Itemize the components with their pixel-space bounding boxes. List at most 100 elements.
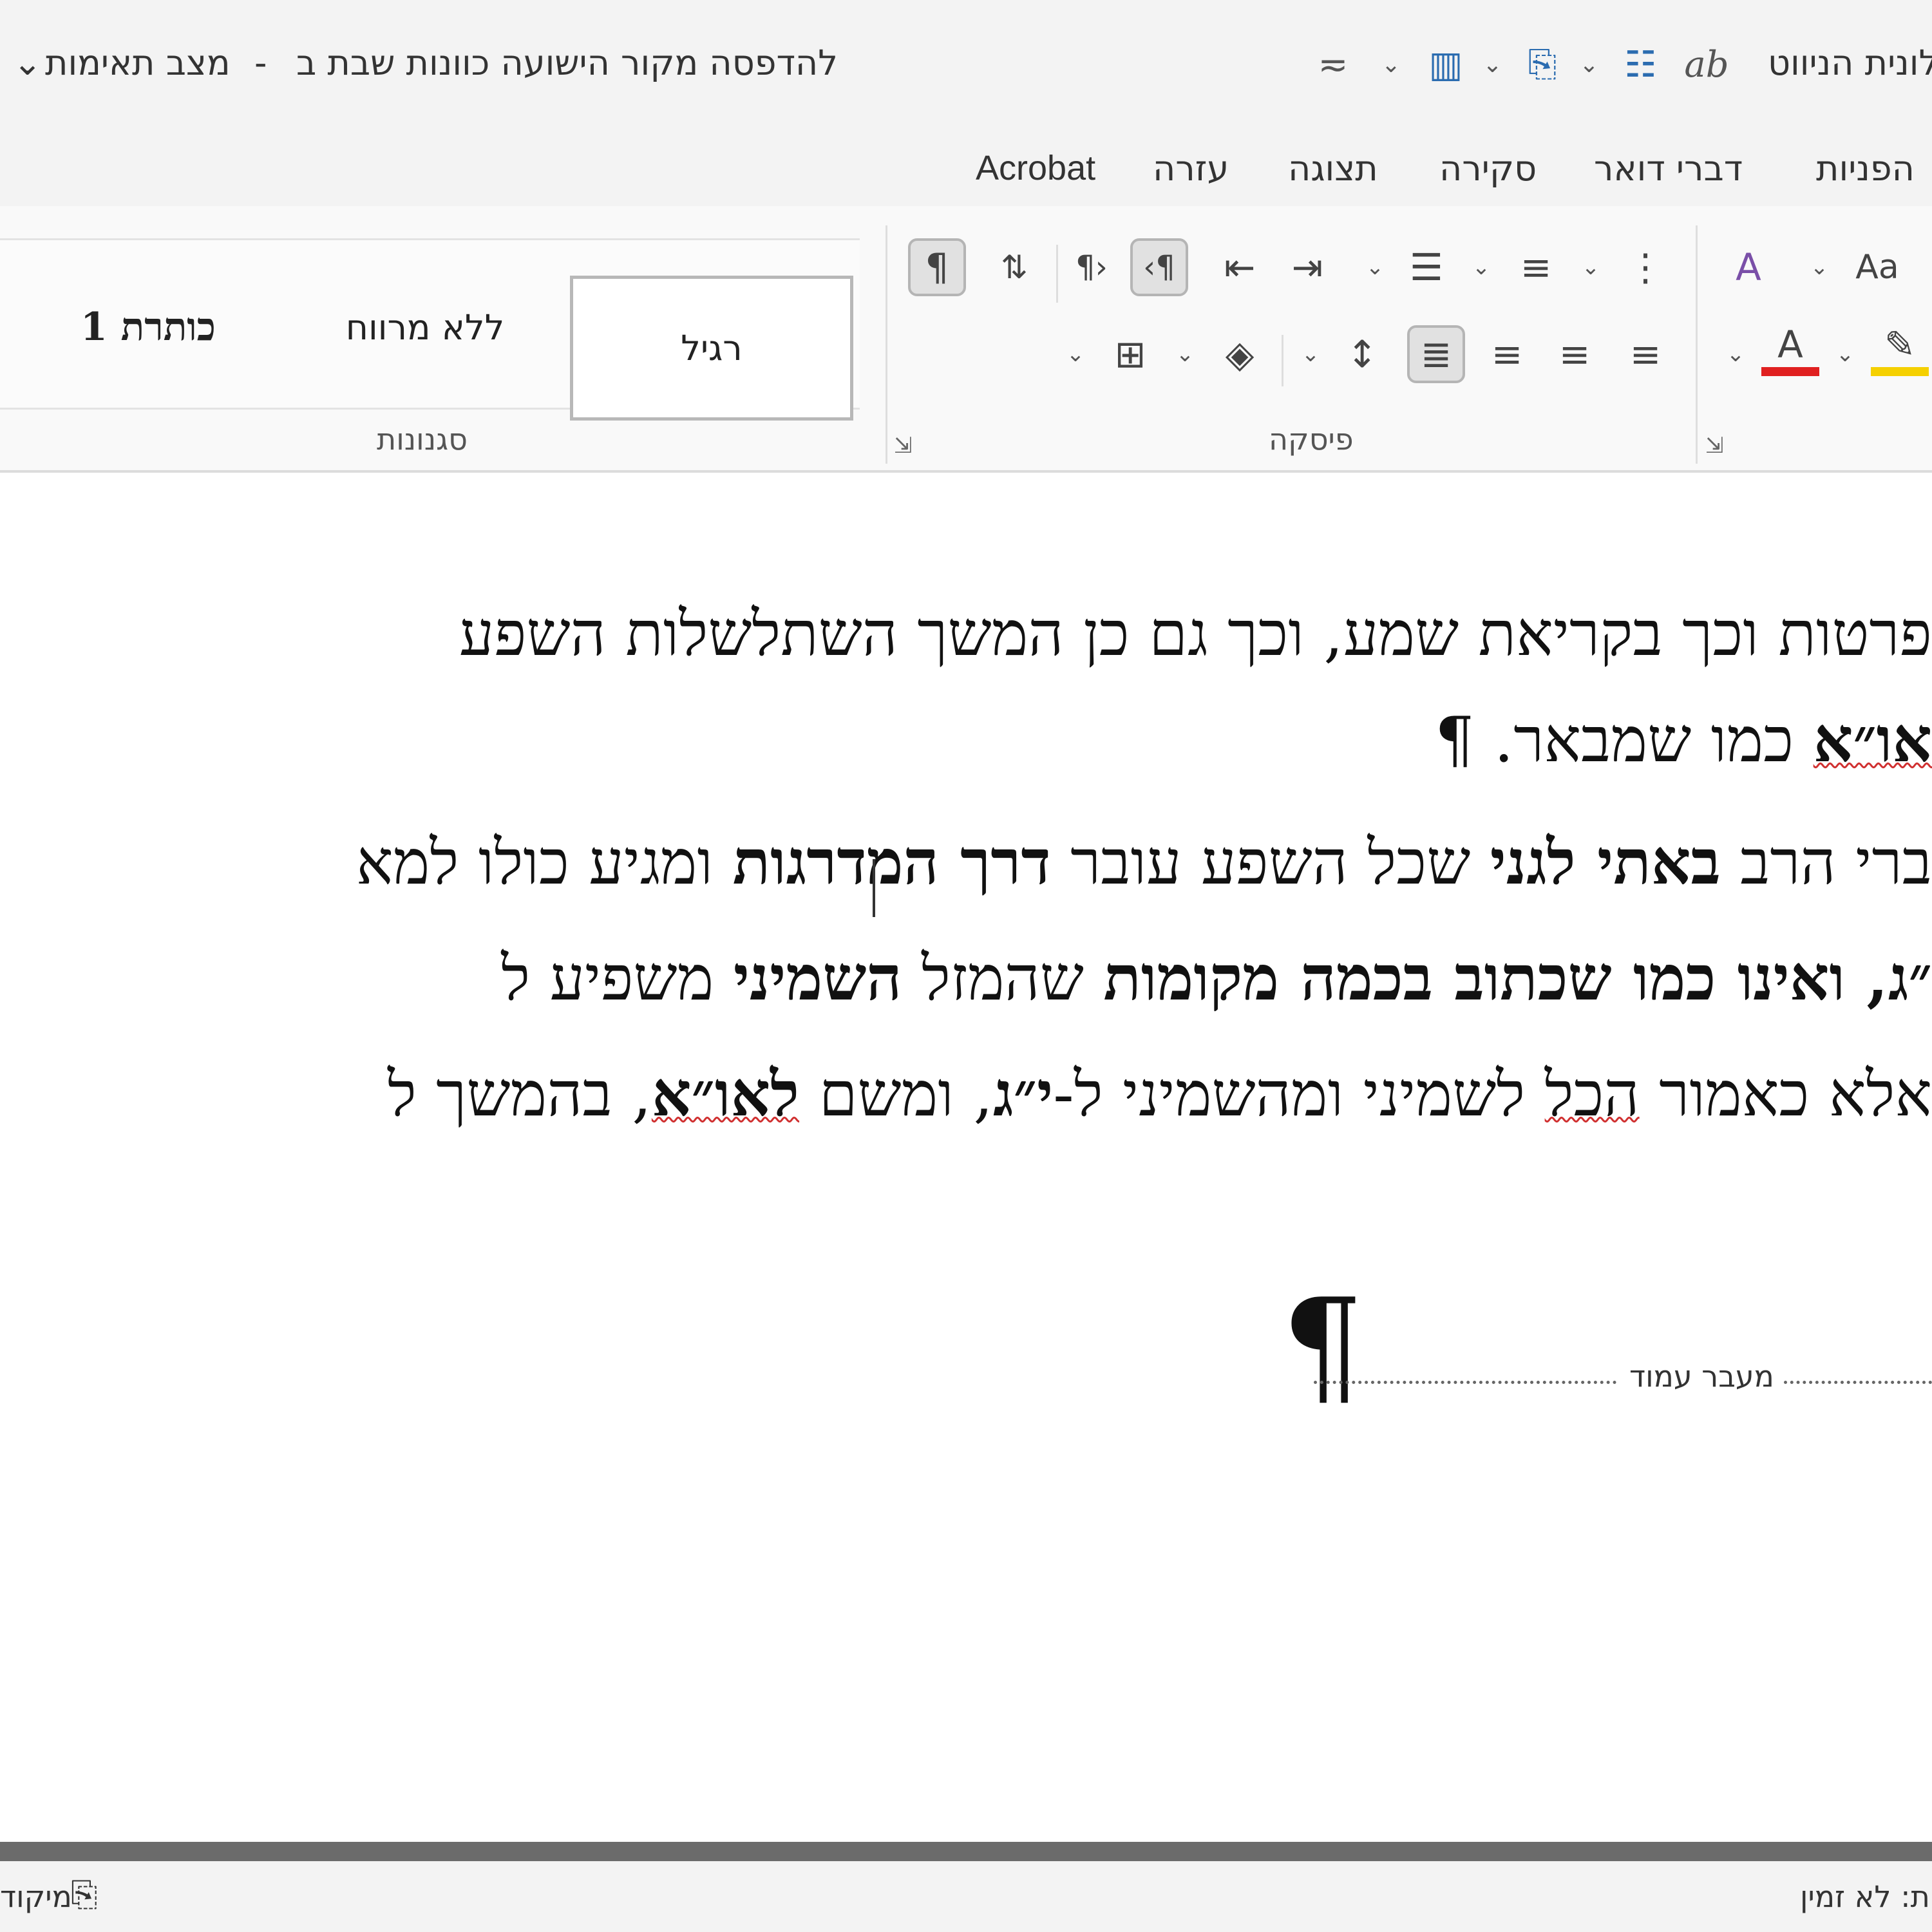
tab-view[interactable]: תצוגה <box>1288 148 1378 189</box>
document-canvas[interactable]: פרטות וכך בקריאת שמע, וכך גם כן המשך השת… <box>0 473 1932 1842</box>
doc-bold-text: באתי לגני <box>1490 826 1721 898</box>
chevron-down-icon[interactable]: ⌄ <box>1806 248 1832 287</box>
divider <box>1282 335 1283 386</box>
page-break-dots <box>1314 1381 1616 1384</box>
styles-group-label: סגנונות <box>377 422 468 457</box>
justify-icon[interactable]: ≣ <box>1407 325 1465 383</box>
paragraph-launcher-icon[interactable]: ⇲ <box>894 433 920 459</box>
compatibility-mode-label: מצב תאימות <box>45 43 231 83</box>
group-divider <box>1696 225 1698 464</box>
doc-text: פרטות וכך בקריאת שמע, וכך גם כן המשך השת… <box>459 598 1932 670</box>
doc-text: כמו שמבאר. <box>1474 704 1814 776</box>
style-normal-label: רגיל <box>681 328 743 368</box>
layout-view-icon[interactable]: ▥ <box>1420 32 1472 97</box>
divider <box>1056 245 1058 303</box>
doc-text: ומגיע כולו למא <box>355 826 733 898</box>
doc-text: , ומשם <box>799 1058 993 1130</box>
chevron-down-icon[interactable]: ⌄ <box>1578 248 1604 287</box>
style-heading1[interactable]: כותרת 1 <box>26 279 270 375</box>
sort-icon[interactable]: ⇅ <box>985 238 1043 296</box>
doc-text: ברי הרב <box>1720 826 1932 898</box>
customize-toolbar-icon[interactable]: ≂ <box>1314 32 1352 97</box>
font-color-icon[interactable]: A <box>1761 322 1819 376</box>
style-no-spacing-label: ללא מרווח <box>345 307 505 348</box>
style-normal[interactable]: רגיל <box>570 276 853 421</box>
chevron-down-icon[interactable]: ⌄ <box>1172 335 1198 374</box>
doc-bold-text: דרך המדרגות <box>732 826 1051 898</box>
doc-line-3: ברי הרב באתי לגני שכל השפע עובר דרך המדר… <box>356 820 1932 904</box>
doc-line-1: פרטות וכך בקריאת שמע, וכך גם כן המשך השת… <box>459 592 1932 676</box>
text-cursor <box>873 859 875 917</box>
tab-acrobat[interactable]: Acrobat <box>976 148 1095 188</box>
doc-line-2: או״א כמו שמבאר. ¶ <box>1435 698 1932 782</box>
chevron-down-icon[interactable]: ⌄ <box>1298 335 1323 374</box>
title-separator: - <box>254 43 267 83</box>
ribbon: כותרת 1 ללא מרווח רגיל סגנונות ⇲ ¶ ⇅ ¶› … <box>0 206 1932 473</box>
list-view-icon[interactable]: ☷ <box>1616 32 1665 97</box>
style-heading1-label: כותרת 1 <box>80 305 216 350</box>
numbered-list-icon[interactable]: ≡ <box>1507 238 1565 296</box>
show-formatting-marks-button[interactable]: ¶ <box>908 238 966 296</box>
chevron-down-icon[interactable]: ⌄ <box>1723 335 1748 374</box>
doc-bold-text: לאו״א <box>651 1057 800 1130</box>
chevron-down-icon[interactable]: ⌄ <box>1832 335 1858 374</box>
styles-gallery: כותרת 1 ללא מרווח רגיל <box>0 238 860 421</box>
doc-text: משפיע ל <box>501 942 734 1014</box>
focus-icon[interactable]: ⎘ <box>71 1875 98 1915</box>
ribbon-tabs: הפניות דברי דואר סקירה תצוגה עזרה Acroba… <box>0 129 1932 206</box>
increase-indent-icon[interactable]: ⇥ <box>1278 238 1336 296</box>
chevron-down-icon[interactable]: ⌄ <box>1063 335 1088 374</box>
font-launcher-icon[interactable]: ⇲ <box>1705 433 1731 459</box>
doc-bold-text: או״א <box>1813 703 1932 776</box>
paragraph-mark: ¶ <box>1282 1271 1364 1421</box>
page-break-dots <box>1784 1381 1932 1384</box>
doc-bold-text: השמיני <box>733 942 902 1014</box>
focus-mode-label[interactable]: מיקוד <box>0 1879 72 1914</box>
change-case-button[interactable]: Aa <box>1842 238 1913 296</box>
change-case-label: Aa <box>1855 248 1899 287</box>
doc-text: , בהמשך ל <box>387 1058 652 1130</box>
ltr-direction-icon[interactable]: ¶› <box>1063 238 1121 296</box>
doc-text: אלא כאמור <box>1639 1058 1932 1130</box>
shading-icon[interactable]: ◈ <box>1211 325 1269 383</box>
chevron-down-icon[interactable]: ⌄ <box>1362 248 1388 287</box>
group-divider <box>886 225 887 464</box>
bullet-list-icon[interactable]: ⋮ <box>1616 238 1674 296</box>
doc-bold-text: ״ג, ואינו כמו שכתוב <box>1432 942 1932 1014</box>
status-bar: מיקוד ⎘ ת: לא זמין <box>0 1861 1932 1932</box>
doc-text: לשמיני ומהשמיני ל- <box>1053 1058 1545 1130</box>
clear-formatting-icon[interactable]: A <box>1719 238 1777 296</box>
paragraph-mark: ¶ <box>1435 704 1475 776</box>
align-right-icon[interactable]: ≡ <box>1616 325 1674 383</box>
page-break-label: מעבר עמוד <box>1629 1359 1774 1394</box>
document-title: להדפסה מקור הישועה כוונות שבת ב <box>296 43 838 83</box>
highlight-icon[interactable]: ✎ <box>1871 322 1929 376</box>
doc-bold-text: י״ג <box>992 1057 1054 1130</box>
chevron-down-icon[interactable]: ⌄ <box>1468 248 1494 287</box>
page-setup-icon[interactable]: ⎘ <box>1517 32 1568 97</box>
rtl-direction-icon[interactable]: ‹¶ <box>1130 238 1188 296</box>
borders-icon[interactable]: ⊞ <box>1101 325 1159 383</box>
chevron-down-icon[interactable]: ⌄ <box>1575 32 1604 97</box>
style-no-spacing[interactable]: ללא מרווח <box>303 279 547 375</box>
tab-references[interactable]: הפניות <box>1816 148 1915 189</box>
title-bar: ⌄ מצב תאימות - להדפסה מקור הישועה כוונות… <box>0 0 1932 129</box>
decrease-indent-icon[interactable]: ⇤ <box>1211 238 1269 296</box>
horizontal-scrollbar[interactable] <box>0 1842 1932 1861</box>
doc-line-5: אלא כאמור הכל לשמיני ומהשמיני ל-י״ג, ומש… <box>388 1052 1932 1136</box>
text-box-icon[interactable]: ab <box>1678 32 1736 97</box>
multilevel-list-icon[interactable]: ☰ <box>1397 238 1455 296</box>
tab-mailings[interactable]: דברי דואר <box>1594 148 1743 189</box>
tab-help[interactable]: עזרה <box>1153 148 1229 189</box>
align-left-icon[interactable]: ≡ <box>1478 325 1536 383</box>
tab-review[interactable]: סקירה <box>1439 148 1537 189</box>
align-center-icon[interactable]: ≡ <box>1546 325 1604 383</box>
page-break-marker: ¶ מעבר עמוד <box>1282 1271 1932 1421</box>
chevron-down-icon[interactable]: ⌄ <box>1478 32 1507 97</box>
navigation-pane-label[interactable]: לונית הניווט <box>1768 43 1932 83</box>
accessibility-status[interactable]: ת: לא זמין <box>1800 1879 1930 1914</box>
doc-text: שהמזל <box>902 942 1104 1014</box>
line-spacing-icon[interactable]: ↕ <box>1333 325 1391 383</box>
chevron-down-icon[interactable]: ⌄ <box>1375 32 1407 97</box>
compat-chevron-icon[interactable]: ⌄ <box>13 43 42 83</box>
